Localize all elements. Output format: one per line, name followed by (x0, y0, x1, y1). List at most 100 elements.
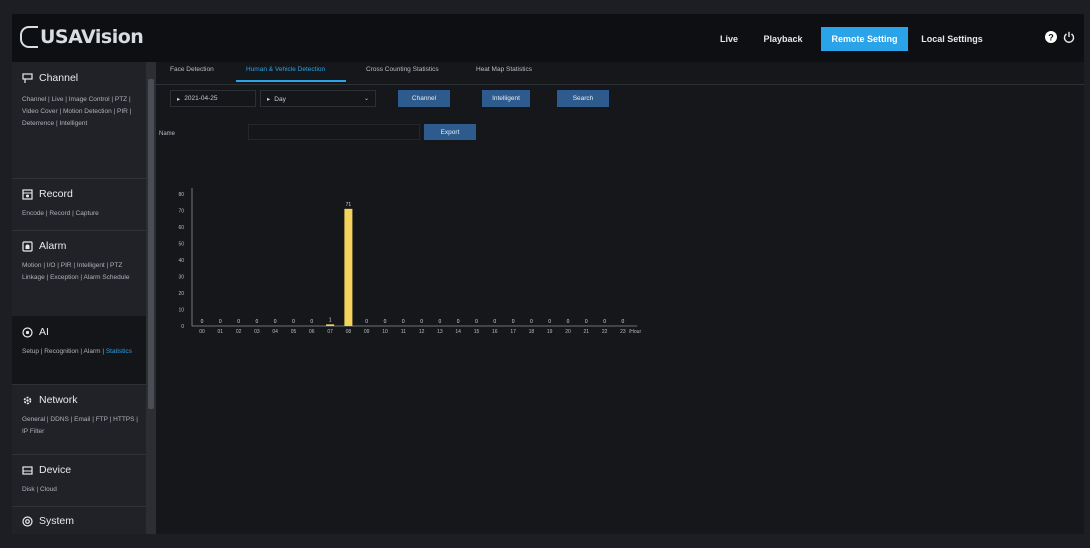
bar-value-label: 0 (457, 319, 460, 325)
x-tick-label: 01 (218, 329, 224, 334)
sidebar-item-channel[interactable]: Channel (22, 70, 78, 86)
sidebar-links-network[interactable]: General | DDNS | Email | FTP | HTTPS | I… (22, 414, 144, 438)
nav-remote-setting[interactable]: Remote Setting (821, 27, 908, 51)
x-tick-label: 18 (529, 329, 535, 334)
bar-value-label: 0 (384, 319, 387, 325)
date-picker[interactable]: ▸ 2021-04-25 (170, 90, 256, 107)
sidebar-scroll-thumb[interactable] (148, 79, 154, 409)
record-icon (22, 188, 33, 200)
x-tick-label: 00 (199, 329, 205, 334)
x-tick-label: 02 (236, 329, 242, 334)
bar-value-label: 0 (567, 319, 570, 325)
ai-icon (22, 326, 33, 338)
period-arrow-icon: ▸ (267, 95, 271, 103)
sidebar-title-ai: AI (39, 326, 49, 338)
x-unit-label: /Hour (629, 329, 642, 334)
device-icon (22, 465, 33, 475)
date-value: 2021-04-25 (184, 95, 218, 102)
x-tick-label: 22 (602, 329, 608, 334)
sidebar-link-statistics[interactable]: Statistics (106, 348, 132, 355)
x-tick-label: 20 (565, 329, 571, 334)
bar-hour-08 (344, 208, 353, 326)
nav-local-settings[interactable]: Local Settings (912, 27, 992, 51)
svg-text:?: ? (1048, 33, 1054, 43)
sidebar-links-ai-text[interactable]: Setup | Recognition | Alarm | (22, 348, 106, 355)
y-tick-label: 70 (178, 209, 184, 215)
y-tick-label: 60 (178, 225, 184, 231)
sidebar-title-system: System (39, 515, 75, 527)
tab-bar: Face Detection Human & Vehicle Detection… (156, 62, 1084, 85)
sidebar-section-ai: AI Setup | Recognition | Alarm | Statist… (12, 316, 146, 385)
tab-cross-counting-statistics[interactable]: Cross Counting Statistics (366, 66, 439, 73)
app-window: USAVision Live Playback Remote Setting L… (12, 14, 1084, 534)
intelligent-button[interactable]: Intelligent (482, 90, 530, 107)
x-tick-label: 13 (437, 329, 443, 334)
name-field[interactable] (248, 124, 420, 140)
x-tick-label: 07 (327, 329, 333, 334)
bar-value-label: 1 (329, 317, 332, 323)
sidebar-item-system[interactable]: System (22, 513, 74, 529)
bar-value-label: 0 (201, 319, 204, 325)
y-tick-label: 40 (178, 258, 184, 264)
nav-live[interactable]: Live (714, 27, 744, 51)
nav-playback[interactable]: Playback (758, 27, 808, 51)
tab-face-detection[interactable]: Face Detection (170, 66, 214, 73)
sidebar-section-record: Record Encode | Record | Capture (12, 178, 146, 231)
bar-value-label: 0 (512, 319, 515, 325)
channel-button[interactable]: Channel (398, 90, 450, 107)
system-icon (22, 515, 33, 527)
sidebar-section-device: Device Disk | Cloud (12, 454, 146, 507)
bar-value-label: 0 (603, 319, 606, 325)
x-tick-label: 03 (254, 329, 260, 334)
bar-value-label: 0 (548, 319, 551, 325)
x-tick-label: 21 (584, 329, 590, 334)
bar-value-label: 0 (622, 319, 625, 325)
bar-value-label: 0 (585, 319, 588, 325)
bar-value-label: 0 (219, 319, 222, 325)
x-tick-label: 05 (291, 329, 297, 334)
x-tick-label: 09 (364, 329, 370, 334)
sidebar-item-alarm[interactable]: Alarm (22, 238, 66, 254)
sidebar-links-record[interactable]: Encode | Record | Capture (22, 208, 144, 220)
sidebar-item-ai[interactable]: AI (22, 324, 49, 340)
sidebar: Channel Channel | Live | Image Control |… (12, 62, 146, 534)
sidebar-title-record: Record (39, 188, 73, 200)
sidebar-item-record[interactable]: Record (22, 186, 73, 202)
x-tick-label: 04 (272, 329, 278, 334)
bar-value-label: 0 (439, 319, 442, 325)
help-icon[interactable]: ? (1045, 31, 1057, 43)
x-tick-label: 10 (382, 329, 388, 334)
name-label: Name (159, 131, 176, 137)
period-value: Day (274, 95, 286, 103)
x-tick-label: 17 (510, 329, 516, 334)
x-tick-label: 14 (455, 329, 461, 334)
sidebar-links-ai[interactable]: Setup | Recognition | Alarm | Statistics (22, 346, 144, 358)
x-tick-label: 15 (474, 329, 480, 334)
tab-heat-map-statistics[interactable]: Heat Map Statistics (476, 66, 532, 73)
tab-human-vehicle-detection[interactable]: Human & Vehicle Detection (246, 66, 325, 73)
sidebar-title-alarm: Alarm (39, 240, 67, 252)
bar-value-label: 0 (530, 319, 533, 325)
logo-mark (20, 26, 38, 48)
period-select[interactable]: ▸ Day ⌄ (260, 90, 376, 107)
top-bar: USAVision Live Playback Remote Setting L… (12, 14, 1084, 62)
sidebar-links-alarm[interactable]: Motion | I/O | PIR | Intelligent | PTZ L… (22, 260, 144, 284)
date-arrow-icon: ▸ (177, 95, 181, 103)
sidebar-links-channel[interactable]: Channel | Live | Image Control | PTZ | V… (22, 94, 144, 130)
sidebar-section-system: System (12, 506, 146, 534)
power-icon[interactable] (1063, 31, 1075, 43)
search-button[interactable]: Search (557, 90, 609, 107)
sidebar-title-channel: Channel (39, 72, 79, 84)
export-button[interactable]: Export (424, 124, 476, 140)
sidebar-title-device: Device (39, 464, 72, 476)
sidebar-links-device[interactable]: Disk | Cloud (22, 484, 144, 496)
sidebar-item-network[interactable]: Network (22, 392, 78, 408)
y-tick-label: 80 (178, 192, 184, 198)
x-tick-label: 19 (547, 329, 553, 334)
y-tick-label: 0 (181, 324, 184, 330)
sidebar-item-device[interactable]: Device (22, 462, 71, 478)
sidebar-section-alarm: Alarm Motion | I/O | PIR | Intelligent |… (12, 230, 146, 317)
bar-value-label: 0 (365, 319, 368, 325)
x-tick-label: 12 (419, 329, 425, 334)
x-tick-label: 11 (401, 329, 406, 334)
